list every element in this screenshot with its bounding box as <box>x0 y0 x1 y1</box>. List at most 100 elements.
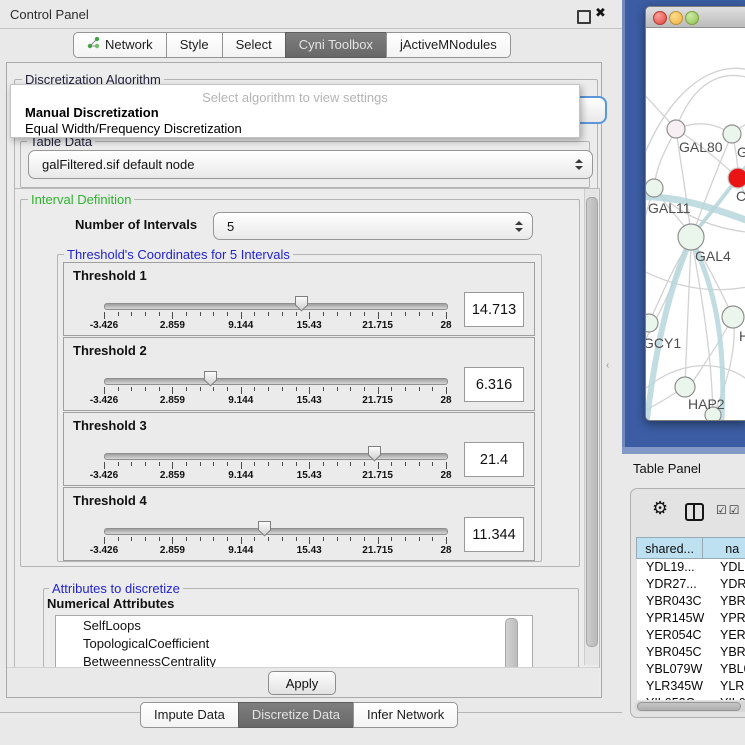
gear-icon[interactable]: ⚙ <box>652 498 668 519</box>
numerical-attributes-list[interactable]: SelfLoopsTopologicalCoefficientBetweenne… <box>55 615 533 668</box>
slider-thumb-icon[interactable] <box>294 295 309 312</box>
settings-vertical-scrollbar[interactable] <box>584 189 598 665</box>
tick-label: 2.859 <box>160 395 185 406</box>
network-view-window[interactable]: GAL80GCGAL11GAL4HGCY1HAP2 <box>645 6 745 421</box>
scrollbar-thumb[interactable] <box>637 702 741 711</box>
network-edge[interactable] <box>676 75 745 129</box>
scrollbar-thumb[interactable] <box>586 197 598 647</box>
select-columns-icon[interactable]: ☑☑ <box>716 503 742 517</box>
threshold-value-field[interactable]: 14.713 <box>464 292 524 327</box>
slider-track[interactable] <box>104 378 448 385</box>
tab-jactivemnodules[interactable]: jActiveMNodules <box>386 32 511 58</box>
splitter-grip[interactable]: ‹ <box>606 360 609 371</box>
attribute-list-item[interactable]: BetweennessCentrality <box>56 652 532 668</box>
tick-mark <box>268 312 269 316</box>
tick-label: 21.715 <box>362 395 393 406</box>
slider-thumb-icon[interactable] <box>203 370 218 387</box>
tick-mark <box>172 312 173 319</box>
list-scrollbar[interactable] <box>505 618 518 668</box>
number-of-intervals-combobox[interactable]: 5 <box>213 212 533 240</box>
network-node[interactable] <box>728 168 745 188</box>
tick-mark <box>104 387 105 394</box>
table-row[interactable]: YBR045CYBR0 <box>637 644 745 661</box>
node-label: GCY1 <box>646 335 681 351</box>
table-horizontal-scrollbar[interactable] <box>635 701 745 712</box>
tick-mark <box>296 312 297 316</box>
tab-discretize-data[interactable]: Discretize Data <box>238 702 354 728</box>
slider-thumb-icon[interactable] <box>257 520 272 537</box>
slider-track[interactable] <box>104 528 448 535</box>
attribute-list-item[interactable]: SelfLoops <box>56 616 532 634</box>
network-node[interactable] <box>722 306 744 328</box>
table-row[interactable]: YDR27...YDR2 <box>637 576 745 593</box>
zoom-traffic-light-icon[interactable] <box>685 11 699 25</box>
table-data-combobox[interactable]: galFiltered.sif default node <box>28 150 593 179</box>
tab-select[interactable]: Select <box>222 32 286 58</box>
cell-name: YBR0 <box>711 593 745 610</box>
tick-mark <box>159 387 160 391</box>
threshold-panel: Threshold 2-3.4262.8599.14415.4321.71528… <box>63 337 535 411</box>
column-header-name[interactable]: na <box>702 537 745 559</box>
cell-shared-name: YBR043C <box>637 593 711 610</box>
network-edge[interactable] <box>646 366 745 397</box>
tick-mark <box>419 537 420 541</box>
network-node[interactable] <box>646 179 663 197</box>
node-label: GAL11 <box>648 200 691 216</box>
close-traffic-light-icon[interactable] <box>653 11 667 25</box>
table-row[interactable]: YBL079WYBL0 <box>637 661 745 678</box>
cell-name: YER0 <box>711 627 745 644</box>
network-node[interactable] <box>678 224 704 250</box>
tab-network[interactable]: Network <box>73 32 167 58</box>
node-label: GAL80 <box>679 139 723 155</box>
tick-mark <box>254 387 255 391</box>
table-row[interactable]: YBR043CYBR0 <box>637 593 745 610</box>
threshold-value-field[interactable]: 6.316 <box>464 367 524 402</box>
top-tab-bar: Network Style Select Cyni Toolbox jActiv… <box>73 32 511 58</box>
table-row[interactable]: YIL052CYIL0 <box>637 695 745 700</box>
tick-mark <box>296 387 297 391</box>
attribute-list-item[interactable]: TopologicalCoefficient <box>56 634 532 652</box>
threshold-value-field[interactable]: 21.4 <box>464 442 524 477</box>
threshold-value-field[interactable]: 11.344 <box>464 517 524 552</box>
tick-mark <box>446 387 447 394</box>
tick-mark <box>159 312 160 316</box>
tick-mark <box>405 387 406 391</box>
table-row[interactable]: YLR345WYLR3 <box>637 678 745 695</box>
tick-mark <box>241 462 242 469</box>
slider-track[interactable] <box>104 303 448 310</box>
network-edge[interactable] <box>646 267 745 290</box>
network-node[interactable] <box>667 120 685 138</box>
network-node[interactable] <box>723 125 741 143</box>
tab-style[interactable]: Style <box>166 32 223 58</box>
popup-option-equal-width[interactable]: Equal Width/Frequency Discretization <box>25 121 242 136</box>
column-header-shared[interactable]: shared... <box>636 537 703 559</box>
network-window-titlebar[interactable] <box>646 7 745 28</box>
table-header: shared... na <box>637 537 745 559</box>
popup-option-manual[interactable]: Manual Discretization <box>25 105 159 120</box>
network-node[interactable] <box>646 314 658 332</box>
close-icon[interactable]: ✖ <box>595 6 606 21</box>
node-label: C <box>736 188 745 204</box>
columns-icon[interactable] <box>685 503 704 521</box>
slider-track[interactable] <box>104 453 448 460</box>
tick-label: 21.715 <box>362 470 393 481</box>
tab-cyni-toolbox[interactable]: Cyni Toolbox <box>285 32 387 58</box>
tick-mark <box>350 462 351 466</box>
network-edge[interactable] <box>692 317 733 383</box>
network-graph[interactable]: GAL80GCGAL11GAL4HGCY1HAP2 <box>646 27 745 420</box>
float-window-icon[interactable] <box>577 10 591 24</box>
network-node[interactable] <box>675 377 695 397</box>
network-canvas-edge <box>622 447 745 454</box>
table-row[interactable]: YDL19...YDL1 <box>637 559 745 576</box>
minimize-traffic-light-icon[interactable] <box>669 11 683 25</box>
tick-mark <box>268 387 269 391</box>
table-row[interactable]: YPR145WYPR1 <box>637 610 745 627</box>
cell-name: YPR1 <box>711 610 745 627</box>
bottom-tab-bar: Impute Data Discretize Data Infer Networ… <box>140 702 458 728</box>
table-row[interactable]: YER054CYER0 <box>637 627 745 644</box>
slider-thumb-icon[interactable] <box>367 445 382 462</box>
tick-mark <box>405 537 406 541</box>
tab-infer-network[interactable]: Infer Network <box>353 702 458 728</box>
apply-button[interactable]: Apply <box>268 671 336 695</box>
tab-impute-data[interactable]: Impute Data <box>140 702 239 728</box>
